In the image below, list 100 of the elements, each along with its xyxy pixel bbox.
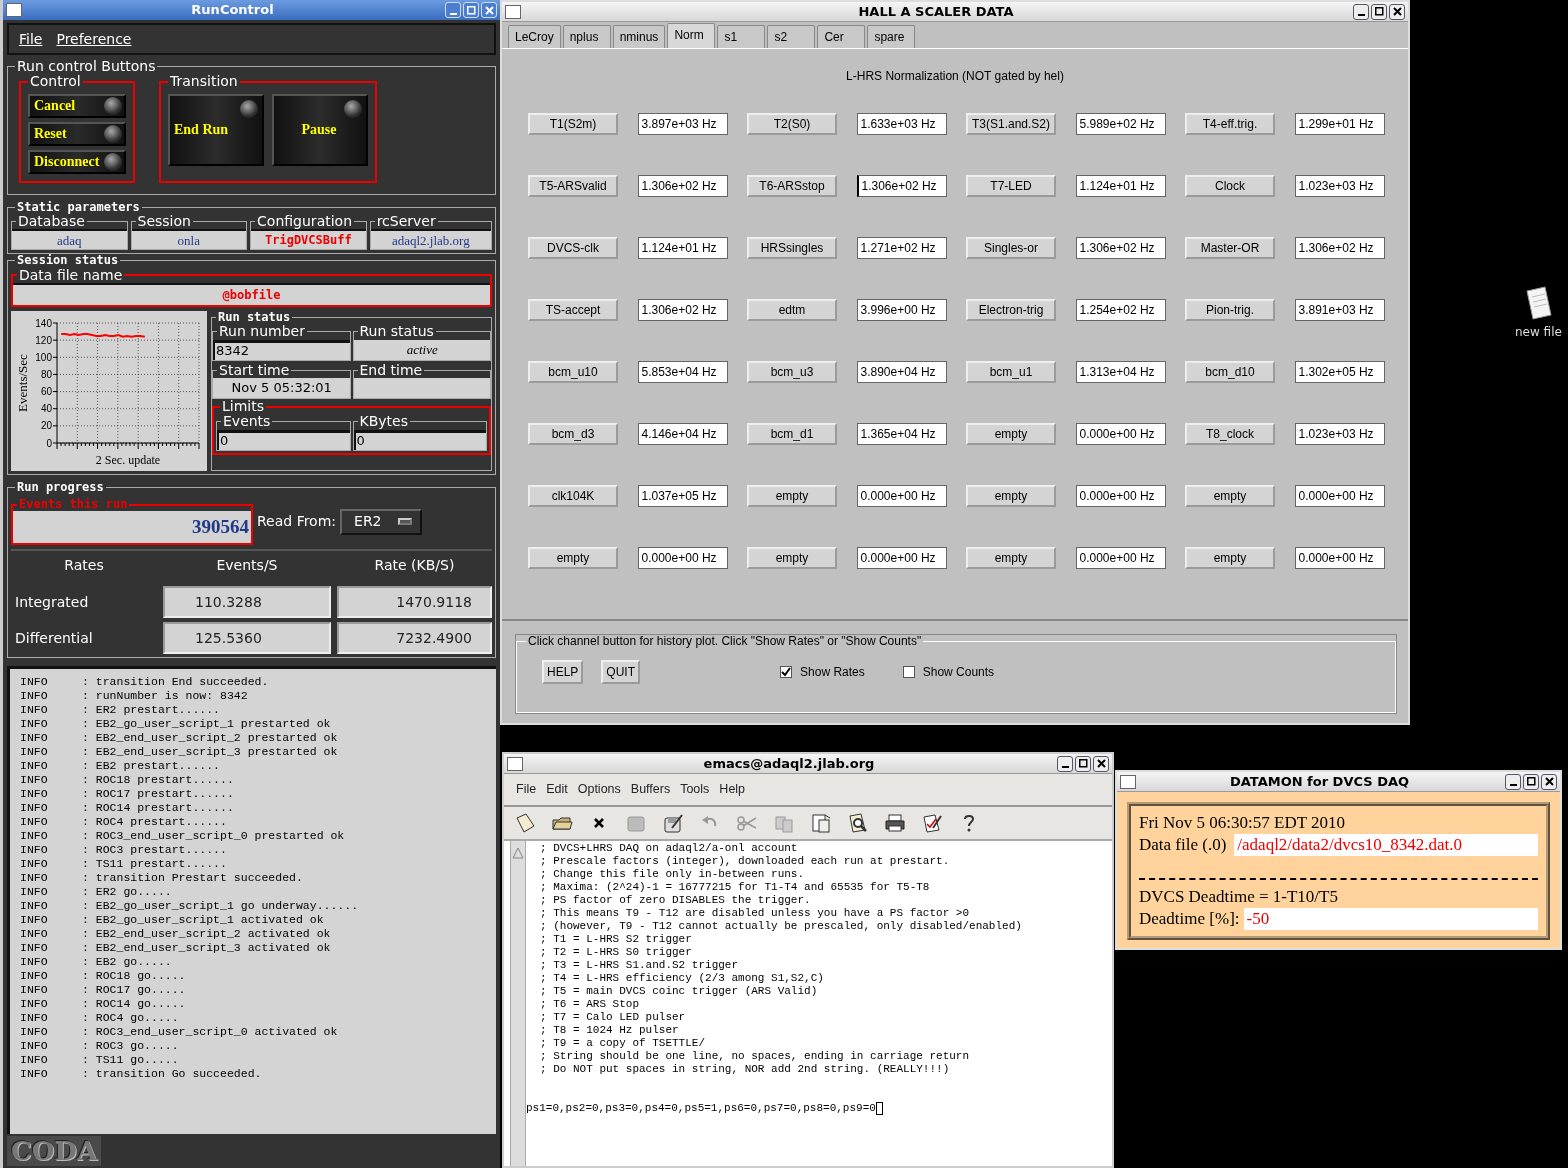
tab[interactable]: nplus [562, 25, 611, 48]
maximize-button[interactable] [1075, 755, 1091, 772]
channel-button[interactable]: empty [1185, 485, 1275, 507]
channel-button[interactable]: T6-ARSstop [747, 175, 837, 197]
field-label: End time [358, 362, 424, 378]
menu-item[interactable]: Tools [680, 780, 710, 799]
maximize-button[interactable] [1371, 3, 1387, 20]
tab[interactable]: Norm [667, 23, 716, 48]
tab[interactable]: s2 [767, 25, 816, 48]
channel-button[interactable]: edtm [747, 299, 837, 321]
channel-button[interactable]: Master-OR [1185, 237, 1275, 259]
channel-button[interactable]: bcm_u10 [528, 361, 618, 383]
channel-button[interactable]: T5-ARSvalid [528, 175, 618, 197]
scrollbar[interactable] [510, 840, 526, 1166]
icon-label[interactable]: new file [1515, 323, 1562, 341]
channel-button[interactable]: T3(S1.and.S2) [966, 113, 1056, 135]
control-button[interactable]: Cancel [28, 93, 126, 118]
dialog-button[interactable]: HELP [542, 660, 584, 685]
log-message: : ER2 prestart...... [82, 703, 221, 718]
channel-button[interactable]: bcm_d3 [528, 423, 618, 445]
close-button[interactable] [1389, 3, 1405, 20]
channel-button[interactable]: T1(S2m) [528, 113, 618, 135]
tab[interactable]: Cer [817, 25, 866, 48]
channel-button[interactable]: empty [747, 485, 837, 507]
rate-field: 1.271e+02 Hz [856, 237, 947, 259]
rate-value: 125.5360 [163, 622, 331, 655]
dialog-button[interactable]: QUIT [601, 660, 641, 685]
minimize-button[interactable] [1505, 773, 1521, 790]
channel-button[interactable]: empty [966, 423, 1056, 445]
text-line: ; PS factor of zero DISABLES the trigger. [540, 893, 812, 907]
control-button[interactable]: Disconnect [28, 149, 126, 174]
menu-item[interactable]: Preference [56, 28, 132, 50]
input-field[interactable]: 0 [217, 429, 350, 450]
window-menu-icon[interactable] [6, 3, 22, 17]
channel-button[interactable]: empty [966, 547, 1056, 569]
control-button[interactable]: Reset [28, 121, 126, 146]
column-header: Rates [63, 556, 105, 576]
checkbox[interactable] [902, 666, 915, 679]
text-line: ps1=0,ps2=0,ps3=0,ps4=0,ps5=1,ps6=0,ps7=0,ps8=0,ps9=0 [526, 1101, 876, 1115]
minimize-button[interactable] [1353, 3, 1369, 20]
channel-button[interactable]: T7-LED [966, 175, 1056, 197]
transition-button[interactable]: Pause [272, 93, 368, 166]
channel-button[interactable]: T8_clock [1185, 423, 1275, 445]
log-level: INFO [20, 1025, 49, 1040]
channel-button[interactable]: TS-accept [528, 299, 618, 321]
menu-item[interactable]: Edit [546, 780, 568, 799]
window-menu-icon[interactable] [1120, 774, 1136, 789]
formula-text: DVCS Deadtime = 1-T10/T5 [1139, 886, 1339, 908]
window-menu-icon[interactable] [505, 4, 521, 19]
log-level: INFO [20, 969, 49, 984]
channel-button[interactable]: empty [747, 547, 837, 569]
log-message: : EB2_go_user_script_1 go underway...... [82, 899, 359, 914]
tab[interactable]: nminus [612, 25, 666, 48]
menu-item[interactable]: Options [577, 780, 621, 799]
channel-button[interactable]: DVCS-clk [528, 237, 618, 259]
channel-button[interactable]: bcm_d10 [1185, 361, 1275, 383]
tab[interactable]: spare [867, 25, 916, 48]
find-icon[interactable] [847, 811, 869, 834]
menu-item[interactable]: File [19, 28, 43, 50]
spellcheck-icon[interactable] [921, 811, 943, 834]
printer-icon[interactable] [884, 811, 906, 834]
paste-icon[interactable] [810, 811, 832, 834]
channel-button[interactable]: empty [966, 485, 1056, 507]
new-file-icon[interactable] [514, 811, 536, 834]
channel-button[interactable]: T4-eff.trig. [1185, 113, 1275, 135]
tick-label: 80 [40, 368, 52, 380]
tab[interactable]: LeCroy [508, 25, 561, 48]
tab[interactable]: s1 [717, 25, 766, 48]
channel-button[interactable]: HRSsingles [747, 237, 837, 259]
maximize-button[interactable] [1523, 773, 1539, 790]
document-icon[interactable] [1523, 285, 1554, 321]
close-button[interactable] [1541, 773, 1557, 790]
channel-button[interactable]: Singles-or [966, 237, 1056, 259]
channel-button[interactable]: bcm_d1 [747, 423, 837, 445]
log-message: : ROC17 go..... [82, 983, 186, 998]
log-level: INFO [20, 1067, 49, 1082]
channel-button[interactable]: bcm_u3 [747, 361, 837, 383]
channel-button[interactable]: clk104K [528, 485, 618, 507]
text-line: ; T1 = L-HRS S2 trigger [540, 932, 693, 946]
channel-button[interactable]: empty [1185, 547, 1275, 569]
menu-item[interactable]: Buffers [630, 780, 671, 799]
menu-item[interactable]: File [516, 780, 537, 799]
field-value: /adaql2/data2/dvcs10_8342.dat.0 [1234, 834, 1538, 856]
close-button[interactable] [1093, 755, 1109, 772]
rate-field: 1.313e+04 Hz [1075, 361, 1166, 383]
input-field[interactable]: 0 [353, 429, 486, 450]
minimize-icon [449, 12, 457, 15]
checkbox[interactable] [780, 666, 793, 679]
channel-button[interactable]: empty [528, 547, 618, 569]
channel-button[interactable]: Pion-trig. [1185, 299, 1275, 321]
channel-button[interactable]: T2(S0) [747, 113, 837, 135]
group-label: Static parameters [16, 200, 141, 214]
transition-button[interactable]: End Run [168, 93, 264, 166]
log-message: : EB2_end_user_script_3 activated ok [82, 941, 331, 956]
channel-button[interactable]: Electron-trig [966, 299, 1056, 321]
window-menu-icon[interactable] [507, 756, 523, 771]
read-from-dropdown[interactable]: ER2 [340, 508, 423, 535]
channel-button[interactable]: Clock [1185, 175, 1275, 197]
channel-button[interactable]: bcm_u1 [966, 361, 1056, 383]
menu-item[interactable]: Help [719, 780, 746, 799]
